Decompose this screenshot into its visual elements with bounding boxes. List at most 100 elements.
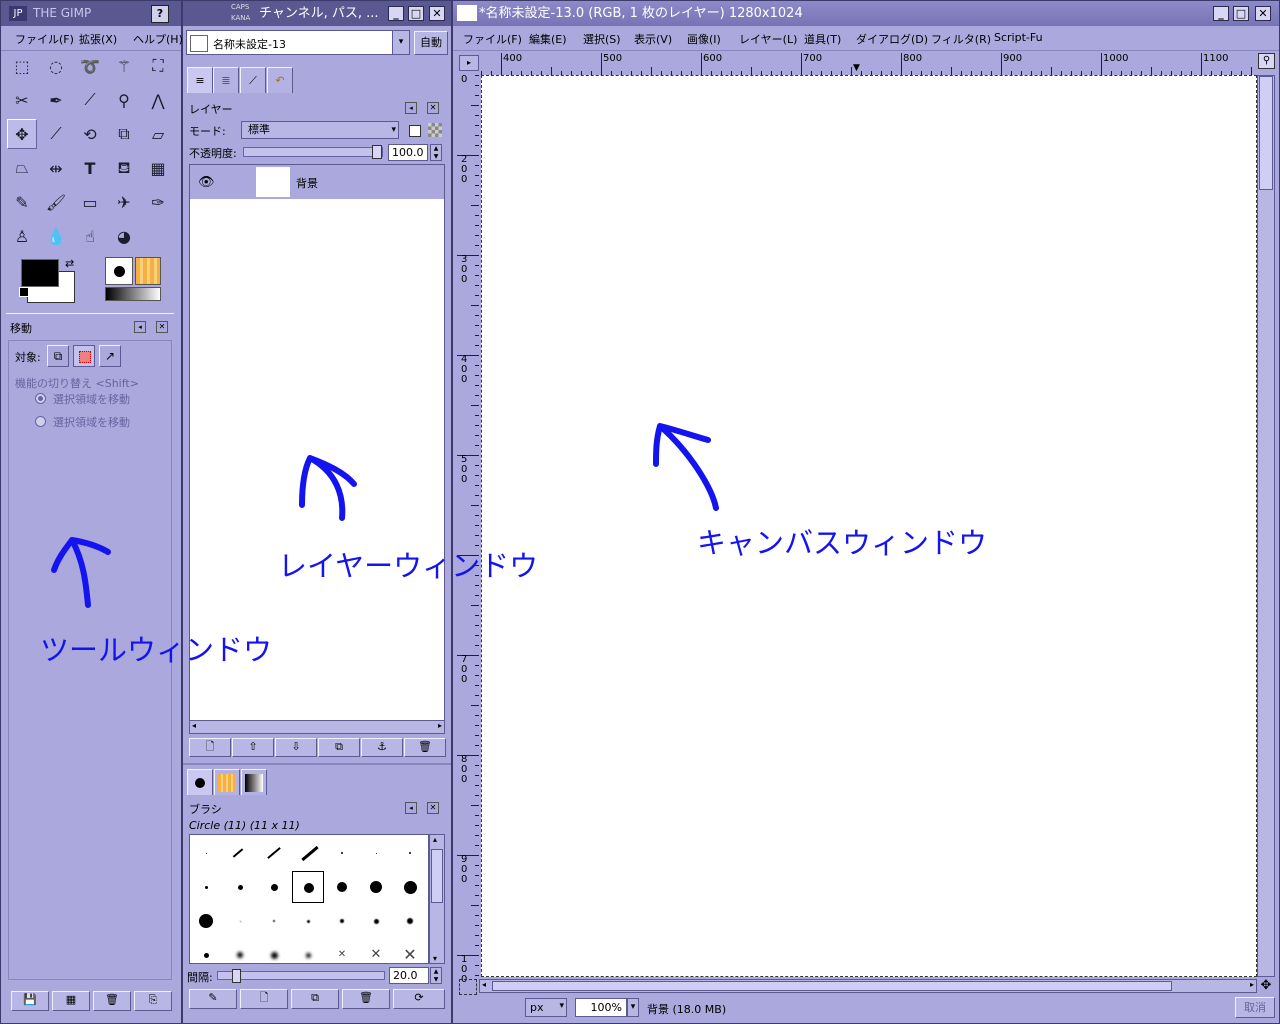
canvas-titlebar[interactable]: *名称未設定-13.0 (RGB, 1 枚のレイヤー) 1280x1024 _ … [453, 1, 1279, 26]
foreground-color-swatch[interactable] [21, 259, 59, 287]
horizontal-ruler[interactable]: 400 500 600 700 800 900 1000 1100 ▼ [481, 51, 1255, 75]
tab-patterns[interactable] [214, 769, 240, 795]
tool-airbrush-icon[interactable]: ✈ [109, 187, 139, 217]
zoom-arrow-icon[interactable]: ▾ [627, 998, 639, 1017]
tool-bucket-fill-icon[interactable]: ⛾ [109, 153, 139, 183]
brush-item[interactable] [190, 905, 222, 937]
brush-item[interactable] [258, 871, 290, 903]
layers-minimize-button[interactable]: _ [388, 6, 404, 21]
anchor-layer-button[interactable]: ⚓ [361, 738, 403, 757]
tool-options-menu-icon[interactable]: ◂ [134, 321, 146, 333]
save-options-button[interactable]: 💾 [11, 991, 49, 1011]
ime-badge[interactable]: JP [9, 6, 27, 21]
brush-item[interactable] [190, 939, 222, 963]
tab-layers[interactable]: ≡ [187, 67, 213, 93]
brush-item[interactable] [394, 905, 426, 937]
default-colors-icon[interactable] [19, 287, 29, 297]
brush-item[interactable] [360, 871, 392, 903]
spacing-spin-icon[interactable]: ▲ ▼ [430, 967, 442, 984]
zoom-input[interactable]: 100% [575, 998, 627, 1017]
canvas-menu-item[interactable]: 画像(I) [687, 31, 721, 47]
toolbox-menu-file[interactable]: ファイル(F) [15, 31, 74, 47]
layers-panel-close-icon[interactable]: ✕ [427, 102, 439, 114]
keep-trans-checkbox[interactable] [409, 125, 421, 137]
tool-perspective-icon[interactable]: ⏢ [7, 153, 37, 183]
quickmask-toggle-icon[interactable] [459, 979, 477, 995]
target-selection-button[interactable] [73, 345, 95, 367]
image-selector-arrow-icon[interactable]: ▾ [392, 31, 409, 54]
spacing-input[interactable]: 20.0 [389, 967, 429, 984]
layers-panel-menu-icon[interactable]: ◂ [405, 102, 417, 114]
raise-layer-button[interactable]: ⇧ [232, 738, 274, 757]
tab-undo[interactable]: ↶ [267, 67, 293, 93]
opacity-input[interactable]: 100.0 [388, 144, 428, 161]
canvas-menu-item[interactable]: レイヤー(L) [739, 31, 797, 47]
canvas-menu-item[interactable]: 編集(E) [529, 31, 567, 47]
brush-item[interactable] [258, 939, 290, 963]
edit-brush-button[interactable]: ✎ [189, 989, 237, 1009]
lower-layer-button[interactable]: ⇩ [275, 738, 317, 757]
spacing-slider[interactable] [217, 969, 385, 983]
brush-item[interactable] [292, 905, 324, 937]
auto-button[interactable]: 自動 [414, 31, 448, 55]
opacity-slider[interactable] [243, 145, 383, 159]
layers-maximize-button[interactable]: □ [408, 6, 424, 21]
canvas-menu-item[interactable]: Script-Fu [994, 31, 1043, 44]
brush-item[interactable] [326, 905, 358, 937]
tool-scissors-icon[interactable]: ✂ [7, 85, 37, 115]
brush-item[interactable] [360, 905, 392, 937]
brush-item[interactable] [360, 837, 392, 869]
gradient-preview[interactable] [105, 287, 161, 301]
brush-item[interactable] [292, 871, 324, 903]
tool-paths-icon[interactable]: ✒ [41, 85, 71, 115]
tool-color-picker-icon[interactable]: ⟋ [75, 85, 105, 115]
brush-item[interactable] [292, 939, 324, 963]
tool-eraser-icon[interactable]: ▭ [75, 187, 105, 217]
tool-measure-icon[interactable]: ⋀ [143, 85, 173, 115]
brush-item[interactable] [326, 871, 358, 903]
navigate-icon[interactable]: ✥ [1257, 979, 1275, 993]
pattern-preview[interactable] [135, 257, 161, 285]
tab-gradients[interactable] [241, 769, 267, 795]
target-path-button[interactable]: ↗ [99, 345, 121, 367]
canvas-menu-item[interactable]: 表示(V) [634, 31, 672, 47]
cancel-button[interactable]: 取消 [1235, 997, 1275, 1018]
image-selector[interactable]: 名称未設定-13 ▾ [186, 30, 410, 55]
brush-item[interactable] [258, 837, 290, 869]
tab-channels[interactable]: ≣ [213, 67, 239, 93]
tool-zoom-icon[interactable]: ⚲ [109, 85, 139, 115]
tool-rect-select-icon[interactable]: ⬚ [7, 51, 37, 81]
brushes-panel-close-icon[interactable]: ✕ [427, 802, 439, 814]
tool-ellipse-select-icon[interactable]: ◌ [41, 51, 71, 81]
brush-item[interactable]: ✕ [394, 939, 426, 963]
new-brush-button[interactable]: 🗋 [240, 989, 288, 1009]
toolbox-menu-help[interactable]: ヘルプ(H) [133, 31, 183, 47]
tool-crop-icon[interactable]: ⟋ [41, 119, 71, 149]
brush-item[interactable] [224, 837, 256, 869]
tool-flip-icon[interactable]: ⇹ [41, 153, 71, 183]
brush-item[interactable] [292, 837, 324, 869]
new-layer-button[interactable]: 🗋 [189, 738, 231, 757]
opacity-spin-icon[interactable]: ▲ ▼ [430, 144, 442, 161]
brush-item[interactable]: ✕ [326, 939, 358, 963]
brush-item[interactable] [190, 871, 222, 903]
toolbox-titlebar[interactable]: JP THE GIMP ? [1, 1, 181, 26]
tool-pencil-icon[interactable]: ✎ [7, 187, 37, 217]
tool-rotate-icon[interactable]: ⟲ [75, 119, 105, 149]
canvas-menu-item[interactable]: ファイル(F) [463, 31, 522, 47]
brush-vscrollbar[interactable]: ▴ ▾ [429, 834, 445, 964]
tool-text-icon[interactable]: T [75, 153, 105, 183]
target-layer-button[interactable]: ⧉ [47, 345, 69, 367]
reset-options-button[interactable]: ⎘ [134, 991, 172, 1011]
restore-options-button[interactable]: ▦ [52, 991, 90, 1011]
tool-paintbrush-icon[interactable]: 🖌 [41, 187, 71, 217]
brush-item[interactable] [394, 837, 426, 869]
delete-options-button[interactable]: 🗑 [93, 991, 131, 1011]
brush-item[interactable] [190, 837, 222, 869]
help-button[interactable]: ? [151, 5, 169, 23]
brush-item[interactable]: ✕ [360, 939, 392, 963]
tab-paths[interactable]: ⟋ [240, 67, 266, 93]
brush-item[interactable] [258, 905, 290, 937]
tool-smudge-icon[interactable]: ☝ [75, 221, 105, 251]
tool-blur-icon[interactable]: 💧 [41, 221, 71, 251]
